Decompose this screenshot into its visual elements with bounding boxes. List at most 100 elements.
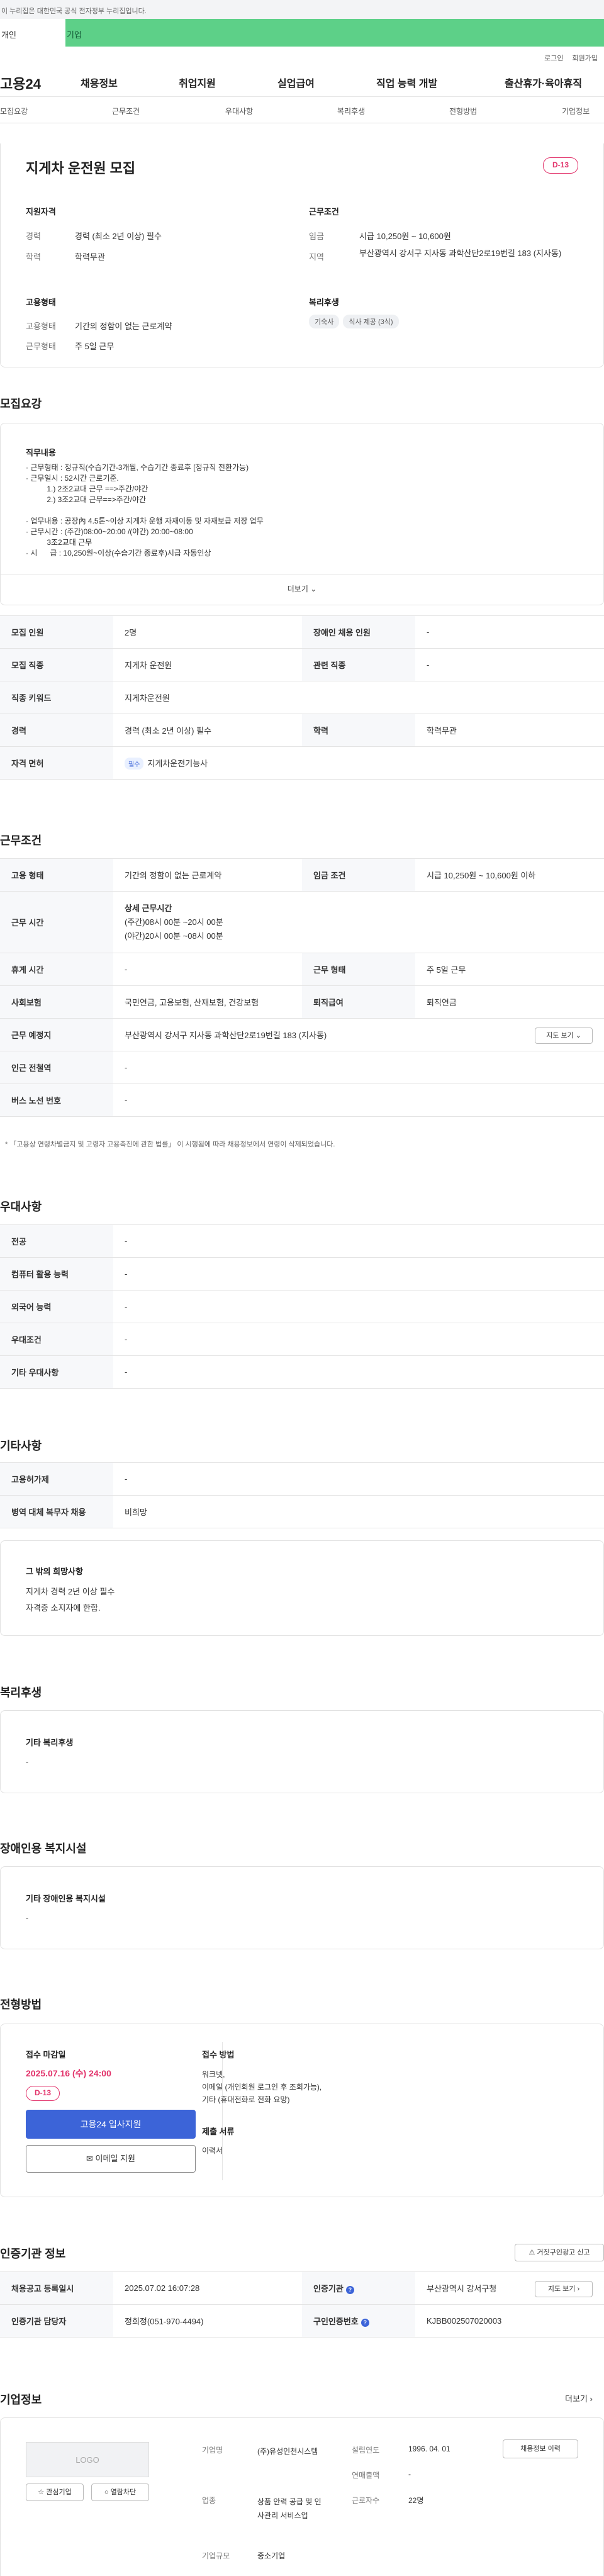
- map-label: 지도 보기: [547, 2285, 576, 2293]
- false-ad-report-button[interactable]: ⚠ 거짓구인광고 신고: [515, 2244, 604, 2261]
- signup-link[interactable]: 회원가입: [573, 53, 598, 63]
- gnb-employment-support[interactable]: 취업지원: [179, 75, 216, 90]
- welfare-card: 기타 복리후생 -: [0, 1710, 604, 1793]
- wage-value: 시급 10,250원 ~ 10,600원: [359, 232, 451, 241]
- row-head: 전공: [0, 1224, 113, 1258]
- row-head: 컴퓨터 활용 능력: [0, 1257, 113, 1291]
- alert-icon: ⚠: [528, 2249, 535, 2256]
- row-head-text: 구인인증번호: [313, 2317, 359, 2326]
- favorite-company-button[interactable]: ☆ 관심기업: [26, 2484, 84, 2501]
- company-name-label: 기업명: [202, 2446, 223, 2455]
- time-title: 상세 근무시간: [125, 903, 172, 913]
- emptype-label: 고용형태: [26, 322, 56, 331]
- row-head: 고용허가제: [0, 1462, 113, 1496]
- row-head: 채용공고 등록일시: [0, 2271, 113, 2305]
- brand-logo[interactable]: 고용24: [0, 73, 41, 93]
- row-head: 사회보험: [0, 985, 113, 1019]
- table-row: 컴퓨터 활용 능력 -: [0, 1257, 604, 1291]
- method-1: 워크넷,: [202, 2070, 225, 2079]
- gov-notice-text: 이 누리집은 대한민국 공식 전자정부 누리집입니다.: [1, 8, 147, 15]
- extra-line-2: 자격증 소지자에 한함.: [26, 1603, 101, 1613]
- table-row: 사회보험 국민연금, 고용보험, 산재보험, 건강보험 퇴직급여 퇴직연금: [0, 985, 604, 1019]
- gnb-training[interactable]: 직업 능력 개발: [376, 75, 437, 90]
- career-label: 경력: [26, 232, 41, 241]
- agency-map-button[interactable]: 지도 보기 ›: [535, 2281, 593, 2297]
- selection-dday: D-13: [26, 2086, 60, 2101]
- tab-business[interactable]: 기업: [65, 19, 82, 47]
- company-name-value: (주)유성인천시스템: [257, 2447, 318, 2456]
- row-value: 2025.07.02 16:07:28: [113, 2271, 302, 2305]
- row-head: 근무 예정지: [0, 1018, 113, 1051]
- row-value: 비희망: [113, 1495, 604, 1528]
- tab-personal[interactable]: 개인: [0, 19, 65, 47]
- career-value: 경력 (최소 2년 이상) 필수: [75, 232, 162, 241]
- row-head: 우대조건: [0, 1323, 113, 1356]
- section-selection: 전형방법: [0, 1998, 42, 2011]
- chip-dormitory: 기숙사: [309, 315, 340, 328]
- row-head: 모집 인원: [0, 615, 113, 649]
- block-label: 열람차단: [110, 2489, 137, 2496]
- row-value: -: [113, 1084, 604, 1117]
- row-value: -: [113, 1051, 604, 1084]
- section-disability: 장애인용 복지시설: [0, 1842, 87, 1855]
- anchor-recruit[interactable]: 모집요강: [0, 106, 28, 116]
- anchor-work[interactable]: 근무조건: [112, 106, 140, 116]
- row-value: -: [113, 953, 302, 986]
- docs-value: 이력서: [202, 2146, 223, 2155]
- gnb-parental-leave[interactable]: 출산휴가·육아휴직: [505, 75, 582, 90]
- row-value: KJBB002507020003: [415, 2304, 604, 2338]
- industry-value: 상품 안력 공급 및 인사관리 서비스업: [257, 2497, 322, 2520]
- docs-label: 제출 서류: [202, 2127, 235, 2136]
- help-icon[interactable]: ?: [361, 2319, 369, 2327]
- method-3: 기타 (휴대전화로 전화 요망): [202, 2095, 290, 2104]
- gnb-unemployment[interactable]: 실업급여: [277, 75, 315, 90]
- worktype-label: 근무형태: [26, 342, 56, 351]
- duty-more-button[interactable]: 더보기 ⌄: [1, 583, 603, 594]
- row-value: -: [113, 1355, 604, 1389]
- req-title: 지원자격: [26, 207, 56, 216]
- section-agency: 인증기관 정보: [0, 2248, 66, 2260]
- industry-label: 업종: [202, 2496, 216, 2505]
- row-value: 경력 (최소 2년 이상) 필수: [113, 714, 302, 747]
- company-logo: LOGO: [26, 2442, 149, 2477]
- method-2: 이메일 (개인회원 로그인 후 조회가능),: [202, 2083, 322, 2092]
- section-welfare: 복리후생: [0, 1686, 42, 1699]
- row-value: -: [415, 615, 604, 649]
- utility-links: 로그인 회원가입: [0, 47, 604, 63]
- apply-button[interactable]: 고용24 입사지원: [26, 2110, 196, 2139]
- gnb-jobs[interactable]: 채용정보: [81, 75, 118, 90]
- table-row: 인근 전철역 -: [0, 1051, 604, 1084]
- favorite-label: 관심기업: [46, 2489, 72, 2496]
- welfare-value: -: [26, 1757, 28, 1766]
- anchor-company[interactable]: 기업정보: [562, 106, 590, 116]
- global-nav: 고용24 채용정보 취업지원 실업급여 직업 능력 개발 출산휴가·육아휴직: [0, 63, 604, 97]
- block-view-button[interactable]: ○ 열람차단: [91, 2484, 149, 2501]
- row-head: 버스 노선 번호: [0, 1084, 113, 1117]
- row-value: -: [113, 1323, 604, 1356]
- selection-card: 접수 마감일 2025.07.16 (수) 24:00 D-13 고용24 입사…: [0, 2024, 604, 2197]
- anchor-selection[interactable]: 전형방법: [449, 106, 477, 116]
- help-icon[interactable]: ?: [345, 2286, 354, 2294]
- age-note: * 「고용상 연령차별금지 및 고령자 고용촉진에 관한 법률」 이 시행됨에 …: [5, 1141, 335, 1148]
- table-row: 채용공고 등록일시 2025.07.02 16:07:28 인증기관? 부산광역시 강…: [0, 2271, 604, 2305]
- job-history-button[interactable]: 채용정보 이력: [503, 2439, 578, 2458]
- row-value: 시급 10,250원 ~ 10,600원 이하: [415, 858, 604, 892]
- row-head: 인근 전철역: [0, 1051, 113, 1084]
- row-head-text: 인증기관: [313, 2284, 344, 2293]
- time-day: (주간)08시 00분 ~20시 00분: [125, 917, 223, 927]
- email-apply-button[interactable]: ✉ 이메일 지원: [26, 2145, 196, 2173]
- anchor-welfare[interactable]: 복리후생: [337, 106, 365, 116]
- anchor-pref[interactable]: 우대사항: [225, 106, 253, 116]
- row-head: 인증기관 담당자: [0, 2304, 113, 2338]
- row-value: 지게차 운전원: [113, 648, 302, 681]
- duty-title: 직무내용: [26, 448, 56, 457]
- table-row: 인증기관 담당자 정희정(051-970-4494) 구인인증번호? KJBB0025…: [0, 2304, 604, 2338]
- map-button[interactable]: 지도 보기 ⌄: [535, 1028, 593, 1044]
- login-link[interactable]: 로그인: [544, 53, 563, 63]
- row-head: 외국어 능력: [0, 1290, 113, 1323]
- company-more-link[interactable]: 더보기 ›: [565, 2392, 593, 2404]
- method-label: 접수 방법: [202, 2050, 235, 2059]
- row-value: 기간의 정함이 없는 근로계약: [113, 858, 302, 892]
- duty-text: · 근무형태 : 정규직(수습기간-3개월, 수습기간 종료후 [정규직 전환가…: [26, 463, 264, 557]
- row-value: 퇴직연금: [415, 985, 604, 1019]
